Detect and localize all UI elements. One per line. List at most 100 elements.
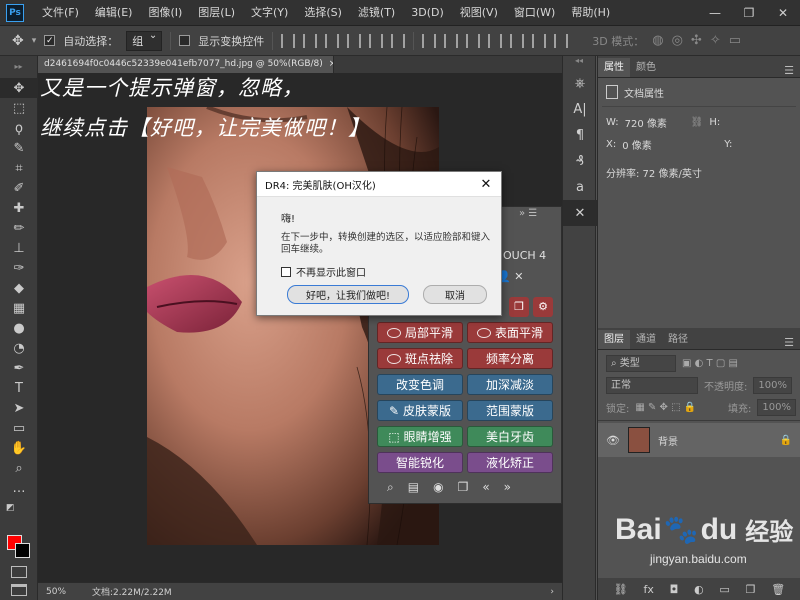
show-transform-checkbox[interactable] — [179, 35, 191, 46]
history-brush-tool-icon[interactable]: ✑ — [0, 258, 38, 278]
3d-orbit-icon[interactable]: ◍ — [652, 33, 663, 48]
menu-3d[interactable]: 3D(D) — [403, 0, 452, 26]
align-left-icon[interactable] — [347, 33, 362, 48]
smart-sharpen-button[interactable]: 智能锐化 — [377, 452, 463, 473]
distribute-vcenter-icon[interactable] — [444, 33, 459, 48]
local-smooth-button[interactable]: 局部平滑 — [377, 322, 463, 343]
align-top-icon[interactable] — [281, 33, 296, 48]
cancel-button[interactable]: 取消 — [423, 285, 487, 304]
toolbar-grip[interactable]: ▸▸ — [0, 56, 37, 78]
dont-show-again-row[interactable]: 不再显示此窗口 — [281, 264, 366, 279]
document-tab[interactable]: d2461694f0c0446c52339e041efb7077_hd.jpg … — [38, 56, 334, 73]
more-tools-icon[interactable]: … — [0, 478, 38, 498]
minimize-button[interactable]: — — [698, 0, 732, 26]
x-value[interactable]: 0 像素 — [622, 137, 696, 152]
tool-preset-picker[interactable]: ▾ — [32, 36, 37, 46]
align-hcenter-icon[interactable] — [369, 33, 384, 48]
quick-select-tool-icon[interactable]: ✎ — [0, 138, 38, 158]
fill-input[interactable]: 100% — [757, 398, 796, 416]
move-tool-icon[interactable]: ✥ — [12, 33, 24, 49]
width-value[interactable]: 720 像素 — [625, 115, 685, 130]
lasso-tool-icon[interactable]: ϙ — [0, 118, 38, 138]
type-tool-icon[interactable]: T — [0, 378, 38, 398]
move-tool-icon[interactable]: ✥ — [0, 78, 38, 98]
pen-tool-icon[interactable]: ✒ — [0, 358, 38, 378]
eye-enhance-button[interactable]: ⬚ 眼睛增强 — [377, 426, 463, 447]
tool-presets-icon[interactable]: ✕ — [563, 200, 597, 226]
gradient-tool-icon[interactable]: ▦ — [0, 298, 38, 318]
layer-name[interactable]: 背景 — [658, 433, 678, 448]
menu-layer[interactable]: 图层(L) — [190, 0, 243, 26]
close-window-button[interactable]: ✕ — [766, 0, 800, 26]
clone-stamp-tool-icon[interactable]: ⊥ — [0, 238, 38, 258]
align-vcenter-icon[interactable] — [303, 33, 318, 48]
blend-mode-dropdown[interactable]: 正常 — [606, 376, 698, 394]
panel-menu-icon[interactable]: ☰ — [778, 64, 800, 77]
hand-tool-icon[interactable]: ✋ — [0, 438, 38, 458]
menu-image[interactable]: 图像(I) — [140, 0, 190, 26]
skin-mask-button[interactable]: ✎ 皮肤蒙版 — [377, 400, 463, 421]
distribute-hcenter-icon[interactable] — [510, 33, 525, 48]
paragraph-icon[interactable]: ¶ — [563, 122, 597, 148]
align-bottom-icon[interactable] — [325, 33, 340, 48]
adjustment-layer-icon[interactable]: ◐ — [694, 583, 704, 596]
teeth-whiten-button[interactable]: 美白牙齿 — [467, 426, 553, 447]
character-icon[interactable]: A| — [563, 96, 597, 122]
panel-menu-icon[interactable]: ☰ — [778, 336, 800, 349]
add-mask-icon[interactable]: ◘ — [670, 583, 679, 596]
link-layers-icon[interactable]: ⛓ — [614, 583, 628, 596]
dr4-settings-icon[interactable]: ⚙ — [533, 297, 553, 317]
menu-select[interactable]: 选择(S) — [296, 0, 350, 26]
fx-icon[interactable]: fx — [643, 583, 653, 596]
zoom-tool-icon[interactable]: ⌕ — [0, 458, 38, 478]
strip-grip[interactable]: ◂◂ — [563, 56, 595, 70]
lock-icons[interactable]: ▦ ✎ ✥ ⬚ 🔒 — [635, 402, 696, 413]
3d-pan-icon[interactable]: ✣ — [691, 33, 702, 48]
new-group-icon[interactable]: ▭ — [719, 583, 729, 596]
glyphs-icon[interactable]: ₰ — [563, 148, 597, 174]
3d-slide-icon[interactable]: ✧ — [710, 33, 721, 48]
layer-filter-dropdown[interactable]: ⌕ 类型 — [606, 354, 676, 372]
layer-row-background[interactable]: 👁 背景 🔒 — [598, 423, 800, 457]
rectangle-tool-icon[interactable]: ▭ — [0, 418, 38, 438]
visibility-eye-icon[interactable]: 👁 — [606, 434, 620, 447]
quick-mask-icon[interactable] — [11, 566, 27, 578]
status-arrow-icon[interactable]: › — [550, 587, 554, 597]
tab-paths[interactable]: 路径 — [662, 330, 694, 349]
menu-view[interactable]: 视图(V) — [452, 0, 506, 26]
background-color-swatch[interactable] — [15, 543, 30, 558]
range-mask-button[interactable]: 范围蒙版 — [467, 400, 553, 421]
new-layer-icon[interactable]: ❐ — [746, 583, 756, 596]
default-colors-icon[interactable]: ◩ — [0, 498, 38, 518]
align-right-icon[interactable] — [391, 33, 406, 48]
distribute-left-icon[interactable] — [488, 33, 503, 48]
zoom-level[interactable]: 50% — [46, 587, 66, 597]
history-icon[interactable]: ⎈ — [563, 70, 597, 96]
zoom-icon[interactable]: ⌕ — [387, 480, 394, 495]
3d-roll-icon[interactable]: ◎ — [672, 33, 683, 48]
opacity-input[interactable]: 100% — [753, 376, 792, 394]
ok-button[interactable]: 好吧，让我们做吧! — [287, 285, 409, 304]
dont-show-again-checkbox[interactable] — [281, 266, 291, 277]
menu-file[interactable]: 文件(F) — [34, 0, 87, 26]
dodge-tool-icon[interactable]: ◔ — [0, 338, 38, 358]
blur-tool-icon[interactable]: ● — [0, 318, 38, 338]
frame-icon[interactable]: ▤ — [408, 480, 419, 495]
surface-smooth-button[interactable]: 表面平滑 — [467, 322, 553, 343]
next-icon[interactable]: » — [504, 480, 511, 495]
auto-select-dropdown[interactable]: 组 — [126, 30, 163, 51]
delete-layer-icon[interactable]: 🗑 — [771, 583, 785, 596]
menu-edit[interactable]: 编辑(E) — [87, 0, 141, 26]
3d-scale-icon[interactable]: ▭ — [729, 33, 741, 48]
tab-channels[interactable]: 通道 — [630, 330, 662, 349]
brush-tool-icon[interactable]: ✏ — [0, 218, 38, 238]
menu-window[interactable]: 窗口(W) — [506, 0, 563, 26]
filter-icons[interactable]: ▣ ◐ T ▢ ▤ — [682, 358, 738, 369]
screen-mode-icon[interactable] — [11, 584, 27, 596]
healing-brush-tool-icon[interactable]: ✚ — [0, 198, 38, 218]
spot-removal-button[interactable]: 斑点祛除 — [377, 348, 463, 369]
copy-icon[interactable]: ❐ — [458, 480, 469, 495]
path-select-tool-icon[interactable]: ➤ — [0, 398, 38, 418]
close-icon[interactable]: ✕ — [471, 177, 501, 192]
menu-help[interactable]: 帮助(H) — [563, 0, 618, 26]
